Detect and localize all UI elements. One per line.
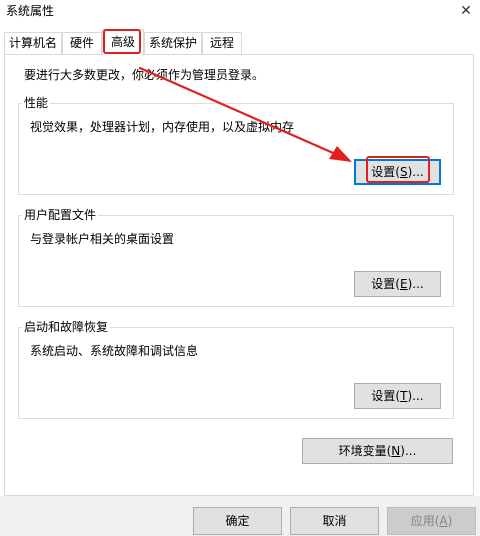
tab-system-protection[interactable]: 系统保护 xyxy=(144,32,202,54)
user-profiles-desc: 与登录帐户相关的桌面设置 xyxy=(30,232,175,246)
environment-variables-button[interactable]: 环境变量(N)... xyxy=(302,438,453,464)
window-title: 系统属性 xyxy=(6,4,55,18)
close-button[interactable]: ✕ xyxy=(452,0,480,22)
tab-hardware[interactable]: 硬件 xyxy=(62,32,102,54)
admin-notice: 要进行大多数更改，你必须作为管理员登录。 xyxy=(24,68,265,82)
performance-settings-button[interactable]: 设置(S)... xyxy=(354,159,441,185)
tab-advanced[interactable]: 高级 xyxy=(102,29,144,55)
performance-desc: 视觉效果，处理器计划，内存使用，以及虚拟内存 xyxy=(30,120,295,134)
performance-group-title: 性能 xyxy=(22,95,51,111)
startup-recovery-group-title: 启动和故障恢复 xyxy=(22,319,111,335)
startup-recovery-settings-button[interactable]: 设置(T)... xyxy=(354,383,441,409)
apply-button: 应用(A) xyxy=(387,507,476,535)
user-profiles-group-title: 用户配置文件 xyxy=(22,207,99,223)
tab-remote[interactable]: 远程 xyxy=(202,32,242,54)
ok-button[interactable]: 确定 xyxy=(193,507,282,535)
tab-computer-name[interactable]: 计算机名 xyxy=(4,32,62,54)
close-icon: ✕ xyxy=(460,3,472,19)
cancel-button[interactable]: 取消 xyxy=(290,507,379,535)
title-bar xyxy=(0,0,480,24)
startup-recovery-desc: 系统启动、系统故障和调试信息 xyxy=(30,344,199,358)
user-profiles-settings-button[interactable]: 设置(E)... xyxy=(354,271,441,297)
